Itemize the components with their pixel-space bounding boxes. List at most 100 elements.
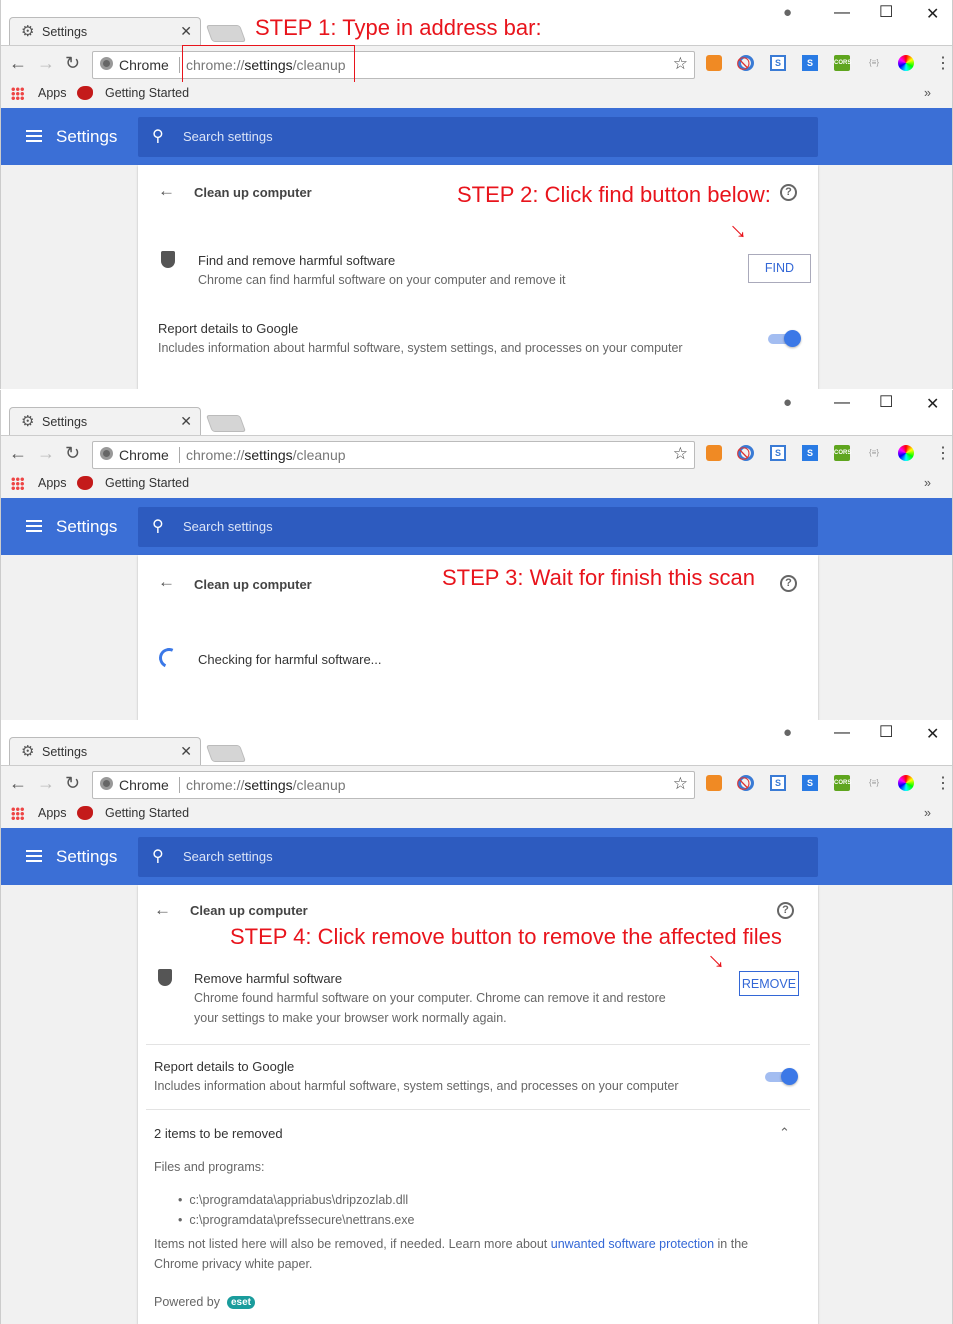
help-icon[interactable]: ? [777,902,794,919]
back-button[interactable]: ← [9,773,27,794]
bookmark-star-icon[interactable]: ☆ [673,444,688,464]
new-tab-button[interactable] [205,25,247,42]
find-button[interactable]: FIND [748,254,811,283]
minimize-button[interactable]: — [834,394,850,412]
search-settings-input[interactable]: ⚲ Search settings [138,507,818,547]
file-item: • c:\programdata\appriabus\dripzozlab.dl… [178,1193,409,1207]
omnibox-chip: Chrome [119,57,169,73]
close-tab-icon[interactable]: ✕ [180,743,192,760]
bookmark-apps[interactable]: Apps [38,86,67,100]
unwanted-software-link[interactable]: unwanted software protection [551,1237,714,1251]
page-heading: Clean up computer [194,577,312,592]
maximize-button[interactable]: ☐ [879,722,893,742]
back-arrow-icon[interactable]: ← [154,900,171,920]
close-window-button[interactable]: ✕ [926,394,939,414]
back-button[interactable]: ← [9,443,27,464]
url-text[interactable]: chrome://settings/cleanup [186,447,346,463]
bookmark-getting-started[interactable]: Getting Started [105,806,189,820]
address-bar[interactable]: Chrome chrome://settings/cleanup ☆ [92,441,695,469]
bookmark-star-icon[interactable]: ☆ [673,774,688,794]
cors-icon[interactable]: CORS [834,445,851,461]
back-arrow-icon[interactable]: ← [158,181,175,201]
menu-icon[interactable]: ⋮ [935,773,951,793]
cors-icon[interactable]: CORS [834,775,851,791]
profile-icon[interactable]: ● [783,394,792,411]
metamask-icon[interactable] [706,55,722,71]
hamburger-menu-icon[interactable] [26,520,42,522]
gear-icon: ⚙ [21,23,35,40]
search-placeholder: Search settings [183,849,273,864]
search-settings-input[interactable]: ⚲ Search settings [138,117,818,157]
tab-title: Settings [42,745,88,759]
close-window-button[interactable]: ✕ [926,724,939,744]
chevron-up-icon[interactable]: ⌃ [779,1125,790,1141]
hamburger-menu-icon[interactable] [26,850,42,852]
address-bar[interactable]: Chrome chrome://settings/cleanup ☆ [92,771,695,799]
report-toggle[interactable] [765,1068,798,1085]
json-icon[interactable]: {≡} [866,445,882,461]
file-item: • c:\programdata\prefssecure\nettrans.ex… [178,1213,415,1227]
new-tab-button[interactable] [205,745,247,762]
help-icon[interactable]: ? [780,184,797,201]
tab-settings[interactable]: ⚙ Settings ✕ [9,737,201,766]
tab-title: Settings [42,415,88,429]
more-bookmarks-icon[interactable]: » [924,86,931,100]
color-wheel-icon[interactable] [898,775,914,791]
note-text: in the [714,1237,749,1251]
block-icon[interactable]: ⃠ [738,445,754,461]
remove-button[interactable]: REMOVE [739,971,799,996]
color-wheel-icon[interactable] [898,55,914,71]
s-blue-icon[interactable]: S [802,55,818,71]
maximize-button[interactable]: ☐ [879,2,893,22]
s-icon[interactable]: S [770,775,786,791]
close-tab-icon[interactable]: ✕ [180,23,192,40]
s-blue-icon[interactable]: S [802,445,818,461]
close-window-button[interactable]: ✕ [926,4,939,24]
reload-button[interactable]: ↻ [65,443,80,464]
color-wheel-icon[interactable] [898,445,914,461]
more-bookmarks-icon[interactable]: » [924,806,931,820]
s-icon[interactable]: S [770,55,786,71]
url-text[interactable]: chrome://settings/cleanup [186,777,346,793]
minimize-button[interactable]: — [834,4,850,22]
bookmark-apps[interactable]: Apps [38,806,67,820]
tab-settings[interactable]: ⚙ Settings ✕ [9,407,201,436]
tab-settings[interactable]: ⚙ Settings ✕ [9,17,201,46]
block-icon[interactable]: ⃠ [738,775,754,791]
hamburger-menu-icon[interactable] [26,130,42,132]
url-path: /cleanup [292,447,346,463]
profile-icon[interactable]: ● [783,4,792,21]
help-icon[interactable]: ? [780,575,797,592]
reload-button[interactable]: ↻ [65,773,80,794]
report-toggle[interactable] [768,330,801,347]
back-arrow-icon[interactable]: ← [158,572,175,592]
close-tab-icon[interactable]: ✕ [180,413,192,430]
search-settings-input[interactable]: ⚲ Search settings [138,837,818,877]
cors-icon[interactable]: CORS [834,55,851,71]
s-blue-icon[interactable]: S [802,775,818,791]
s-icon[interactable]: S [770,445,786,461]
bookmark-apps[interactable]: Apps [38,476,67,490]
metamask-icon[interactable] [706,445,722,461]
forward-button[interactable]: → [37,443,55,464]
bookmark-getting-started[interactable]: Getting Started [105,476,189,490]
more-bookmarks-icon[interactable]: » [924,476,931,490]
menu-icon[interactable]: ⋮ [935,443,951,463]
settings-title: Settings [56,517,118,536]
reload-button[interactable]: ↻ [65,53,80,74]
minimize-button[interactable]: — [834,724,850,742]
bookmark-getting-started[interactable]: Getting Started [105,86,189,100]
note-text: Items not listed here will also be remov… [154,1237,551,1251]
maximize-button[interactable]: ☐ [879,392,893,412]
menu-icon[interactable]: ⋮ [935,53,951,73]
json-icon[interactable]: {≡} [866,55,882,71]
back-button[interactable]: ← [9,53,27,74]
metamask-icon[interactable] [706,775,722,791]
forward-button[interactable]: → [37,773,55,794]
bookmark-star-icon[interactable]: ☆ [673,54,688,74]
profile-icon[interactable]: ● [783,724,792,741]
block-icon[interactable]: ⃠ [738,55,754,71]
json-icon[interactable]: {≡} [866,775,882,791]
new-tab-button[interactable] [205,415,247,432]
forward-button[interactable]: → [37,53,55,74]
